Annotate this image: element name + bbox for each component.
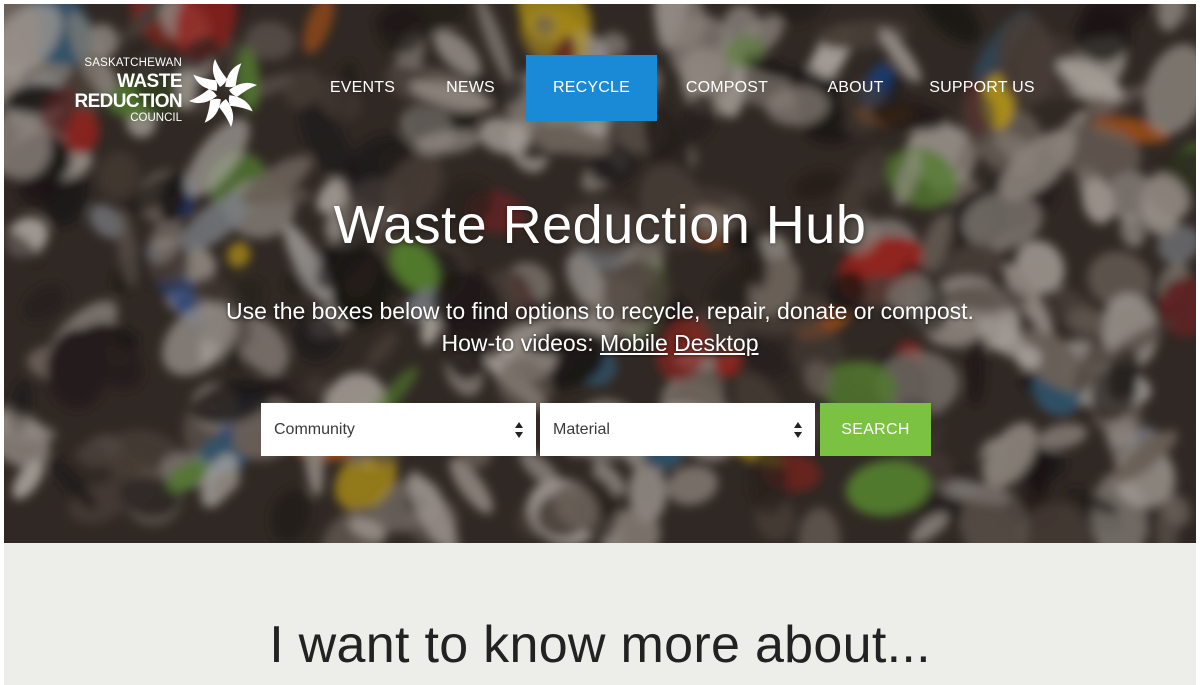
hero-subtitle: Use the boxes below to find options to r… [220, 295, 980, 359]
search-button[interactable]: SEARCH [820, 403, 931, 456]
nav-news[interactable]: NEWS [415, 55, 526, 121]
main-nav: EVENTS NEWS RECYCLE COMPOST ABOUT SUPPOR… [310, 55, 1050, 121]
page: SASKATCHEWAN WASTE REDUCTION COUNCIL EVE… [0, 0, 1200, 685]
logo-line-waste: WASTE [116, 70, 183, 92]
nav-support-us[interactable]: SUPPORT US [914, 55, 1050, 121]
know-more-section: I want to know more about... [4, 543, 1196, 685]
nav-about[interactable]: ABOUT [797, 55, 914, 121]
community-select[interactable]: Community [261, 403, 536, 456]
nav-recycle[interactable]: RECYCLE [526, 55, 657, 121]
mobile-video-link[interactable]: Mobile [600, 330, 668, 356]
know-more-heading: I want to know more about... [269, 616, 931, 674]
desktop-video-link[interactable]: Desktop [674, 330, 758, 356]
hero-title: Waste Reduction Hub [333, 195, 867, 255]
community-select-value: Community [274, 420, 355, 438]
select-arrows-icon [794, 422, 802, 438]
logo-line-council: COUNCIL [130, 111, 182, 124]
hero-section: SASKATCHEWAN WASTE REDUCTION COUNCIL EVE… [4, 4, 1196, 543]
logo-line-reduction: REDUCTION [74, 90, 182, 112]
logo-line-saskatchewan: SASKATCHEWAN [84, 57, 182, 69]
nav-events[interactable]: EVENTS [310, 55, 415, 121]
site-logo[interactable]: SASKATCHEWAN WASTE REDUCTION COUNCIL [70, 52, 270, 134]
nav-compost[interactable]: COMPOST [657, 55, 797, 121]
material-select[interactable]: Material [540, 403, 815, 456]
select-arrows-icon [515, 422, 523, 438]
logo-wordmark: SASKATCHEWAN WASTE REDUCTION COUNCIL [70, 57, 183, 124]
material-select-value: Material [553, 420, 610, 438]
pinwheel-logo-icon [189, 59, 257, 127]
